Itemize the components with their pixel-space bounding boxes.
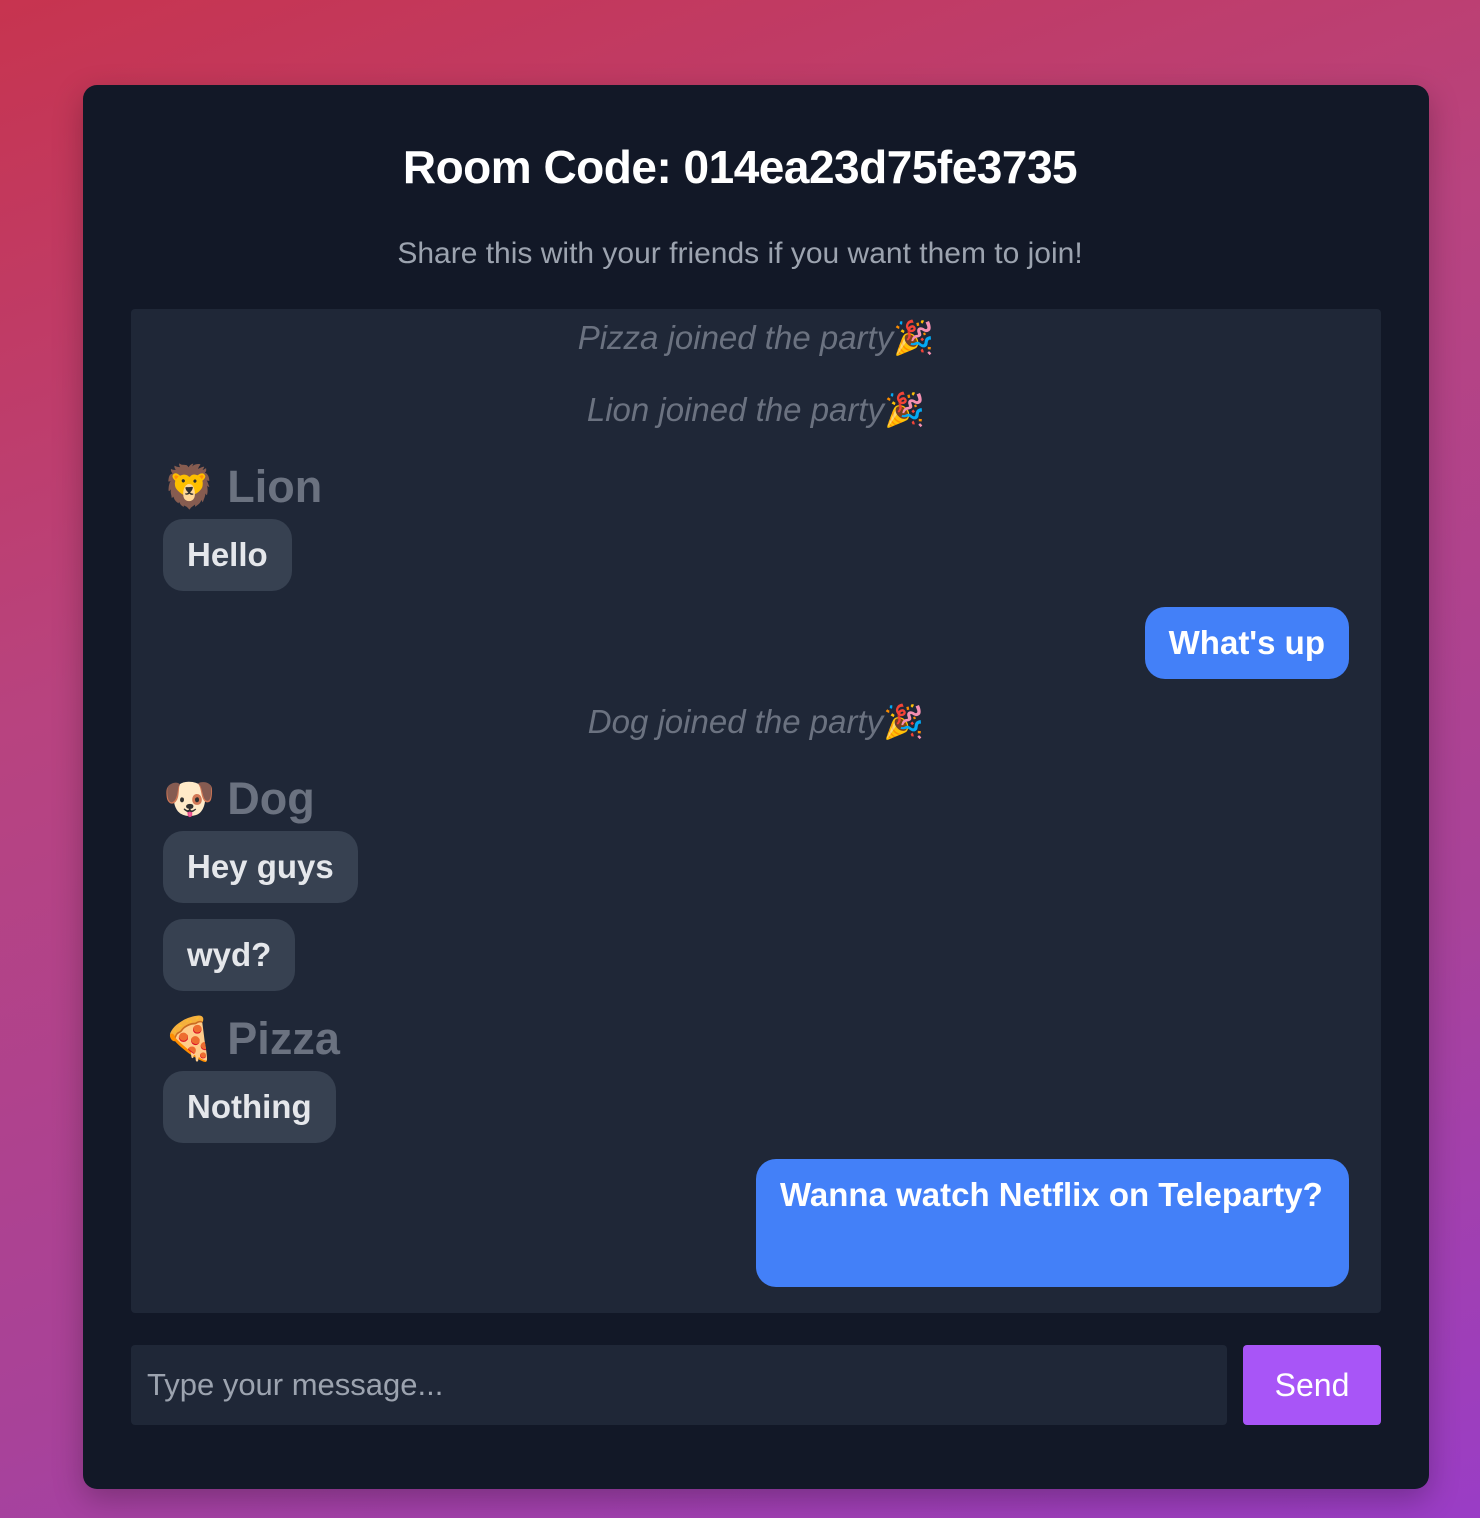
dog-avatar-icon: 🐶 bbox=[163, 774, 216, 822]
sender-name: Dog bbox=[227, 773, 315, 824]
system-message-join: Lion joined the party🎉 bbox=[586, 391, 926, 428]
party-popper-icon: 🎉 bbox=[883, 703, 925, 740]
room-code-title: Room Code: 014ea23d75fe3735 bbox=[402, 141, 1078, 193]
sender-header: 🦁 Lion bbox=[163, 461, 322, 513]
party-popper-icon: 🎉 bbox=[893, 319, 935, 356]
message-bubble: wyd? bbox=[163, 919, 296, 991]
sender-header: 🐶 Dog bbox=[163, 773, 315, 825]
sender-header: 🍕 Pizza bbox=[163, 1013, 340, 1065]
sender-name: Lion bbox=[227, 461, 323, 512]
system-message-join: Pizza joined the party🎉 bbox=[577, 319, 935, 356]
system-message-join: Dog joined the party🎉 bbox=[587, 703, 925, 740]
send-button[interactable]: Send bbox=[1243, 1345, 1381, 1425]
own-message-bubble: What's up bbox=[1144, 607, 1349, 679]
own-message-bubble: Wanna watch Netflix on Teleparty? bbox=[756, 1159, 1349, 1287]
message-input[interactable] bbox=[131, 1345, 1227, 1425]
pizza-avatar-icon: 🍕 bbox=[163, 1014, 216, 1062]
sender-name: Pizza bbox=[227, 1013, 340, 1064]
chat-messages-panel[interactable]: Pizza joined the party🎉 Lion joined the … bbox=[131, 309, 1381, 1313]
lion-avatar-icon: 🦁 bbox=[163, 462, 216, 510]
share-instructions: Share this with your friends if you want… bbox=[397, 237, 1083, 270]
message-bubble: Hey guys bbox=[163, 831, 358, 903]
party-popper-icon: 🎉 bbox=[884, 391, 926, 428]
message-bubble: Nothing bbox=[163, 1071, 336, 1143]
message-bubble: Hello bbox=[163, 519, 292, 591]
